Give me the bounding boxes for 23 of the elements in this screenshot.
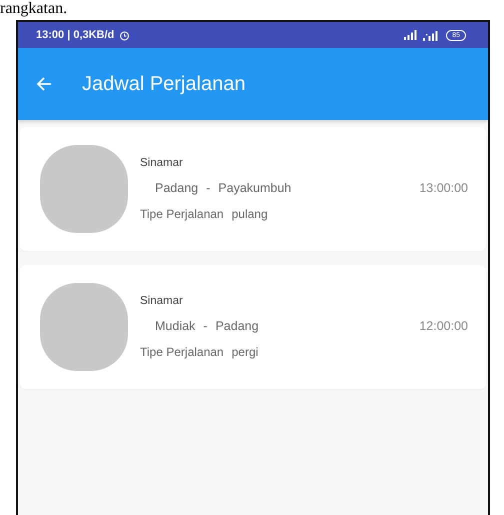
screen-title: Jadwal Perjalanan [82,72,246,96]
route-separator: - [206,181,210,195]
trip-type-label: Tipe Perjalanan [140,207,224,221]
destination-text: Padang [215,319,259,333]
signal-icon [422,29,438,41]
trip-type-value: pulang [232,207,268,221]
signal-icon [403,30,418,40]
trip-name: Sinamar [140,157,184,169]
document-text: rangkatan. [0,0,68,18]
departure-time: 12:00:00 [419,319,468,333]
departure-time: 13:00:00 [419,181,468,195]
route-separator: - [203,319,208,333]
origin-text: Mudiak [155,319,196,333]
origin-text: Padang [155,181,198,195]
destination-text: Payakumbuh [218,181,292,195]
trip-type-value: pergi [232,345,258,359]
trip-type-label: Tipe Perjalanan [140,345,224,359]
back-arrow-icon[interactable] [36,76,52,92]
trip-card[interactable]: Sinamar Padang - Payakumbuh 13:00:00 Tipe Perjalanan pulang [20,127,486,251]
alarm-icon [119,30,130,40]
trip-name: Sinamar [140,295,184,307]
status-time: 13:00 | 0,3KB/d [36,29,114,41]
trip-card[interactable]: Sinamar Mudiak - Padang 12:00:00 Tipe Perjalanan pergi [20,265,486,389]
